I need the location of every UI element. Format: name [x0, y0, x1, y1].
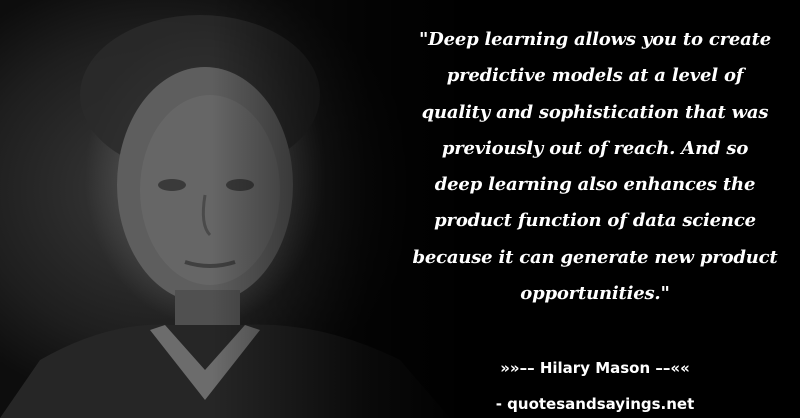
quote-author: »»–– Hilary Mason ––««: [500, 359, 690, 377]
quote-line: product function of data science: [434, 210, 756, 232]
quote-block: "Deep learning allows you to create pred…: [395, 22, 795, 312]
quote-line: quality and sophistication that was: [421, 101, 769, 123]
quote-line: predictive models at a level of: [446, 65, 744, 87]
quote-line: opportunities.": [520, 283, 670, 305]
quote-line: because it can generate new product: [412, 246, 778, 268]
quote-card: "Deep learning allows you to create pred…: [0, 0, 800, 418]
quote-line: previously out of reach. And so: [441, 137, 749, 159]
quote-text: "Deep learning allows you to create pred…: [395, 22, 795, 312]
quote-line: "Deep learning allows you to create: [418, 29, 772, 50]
source-credit: - quotesandsayings.net: [495, 395, 695, 413]
quote-line: deep learning also enhances the: [434, 174, 756, 196]
